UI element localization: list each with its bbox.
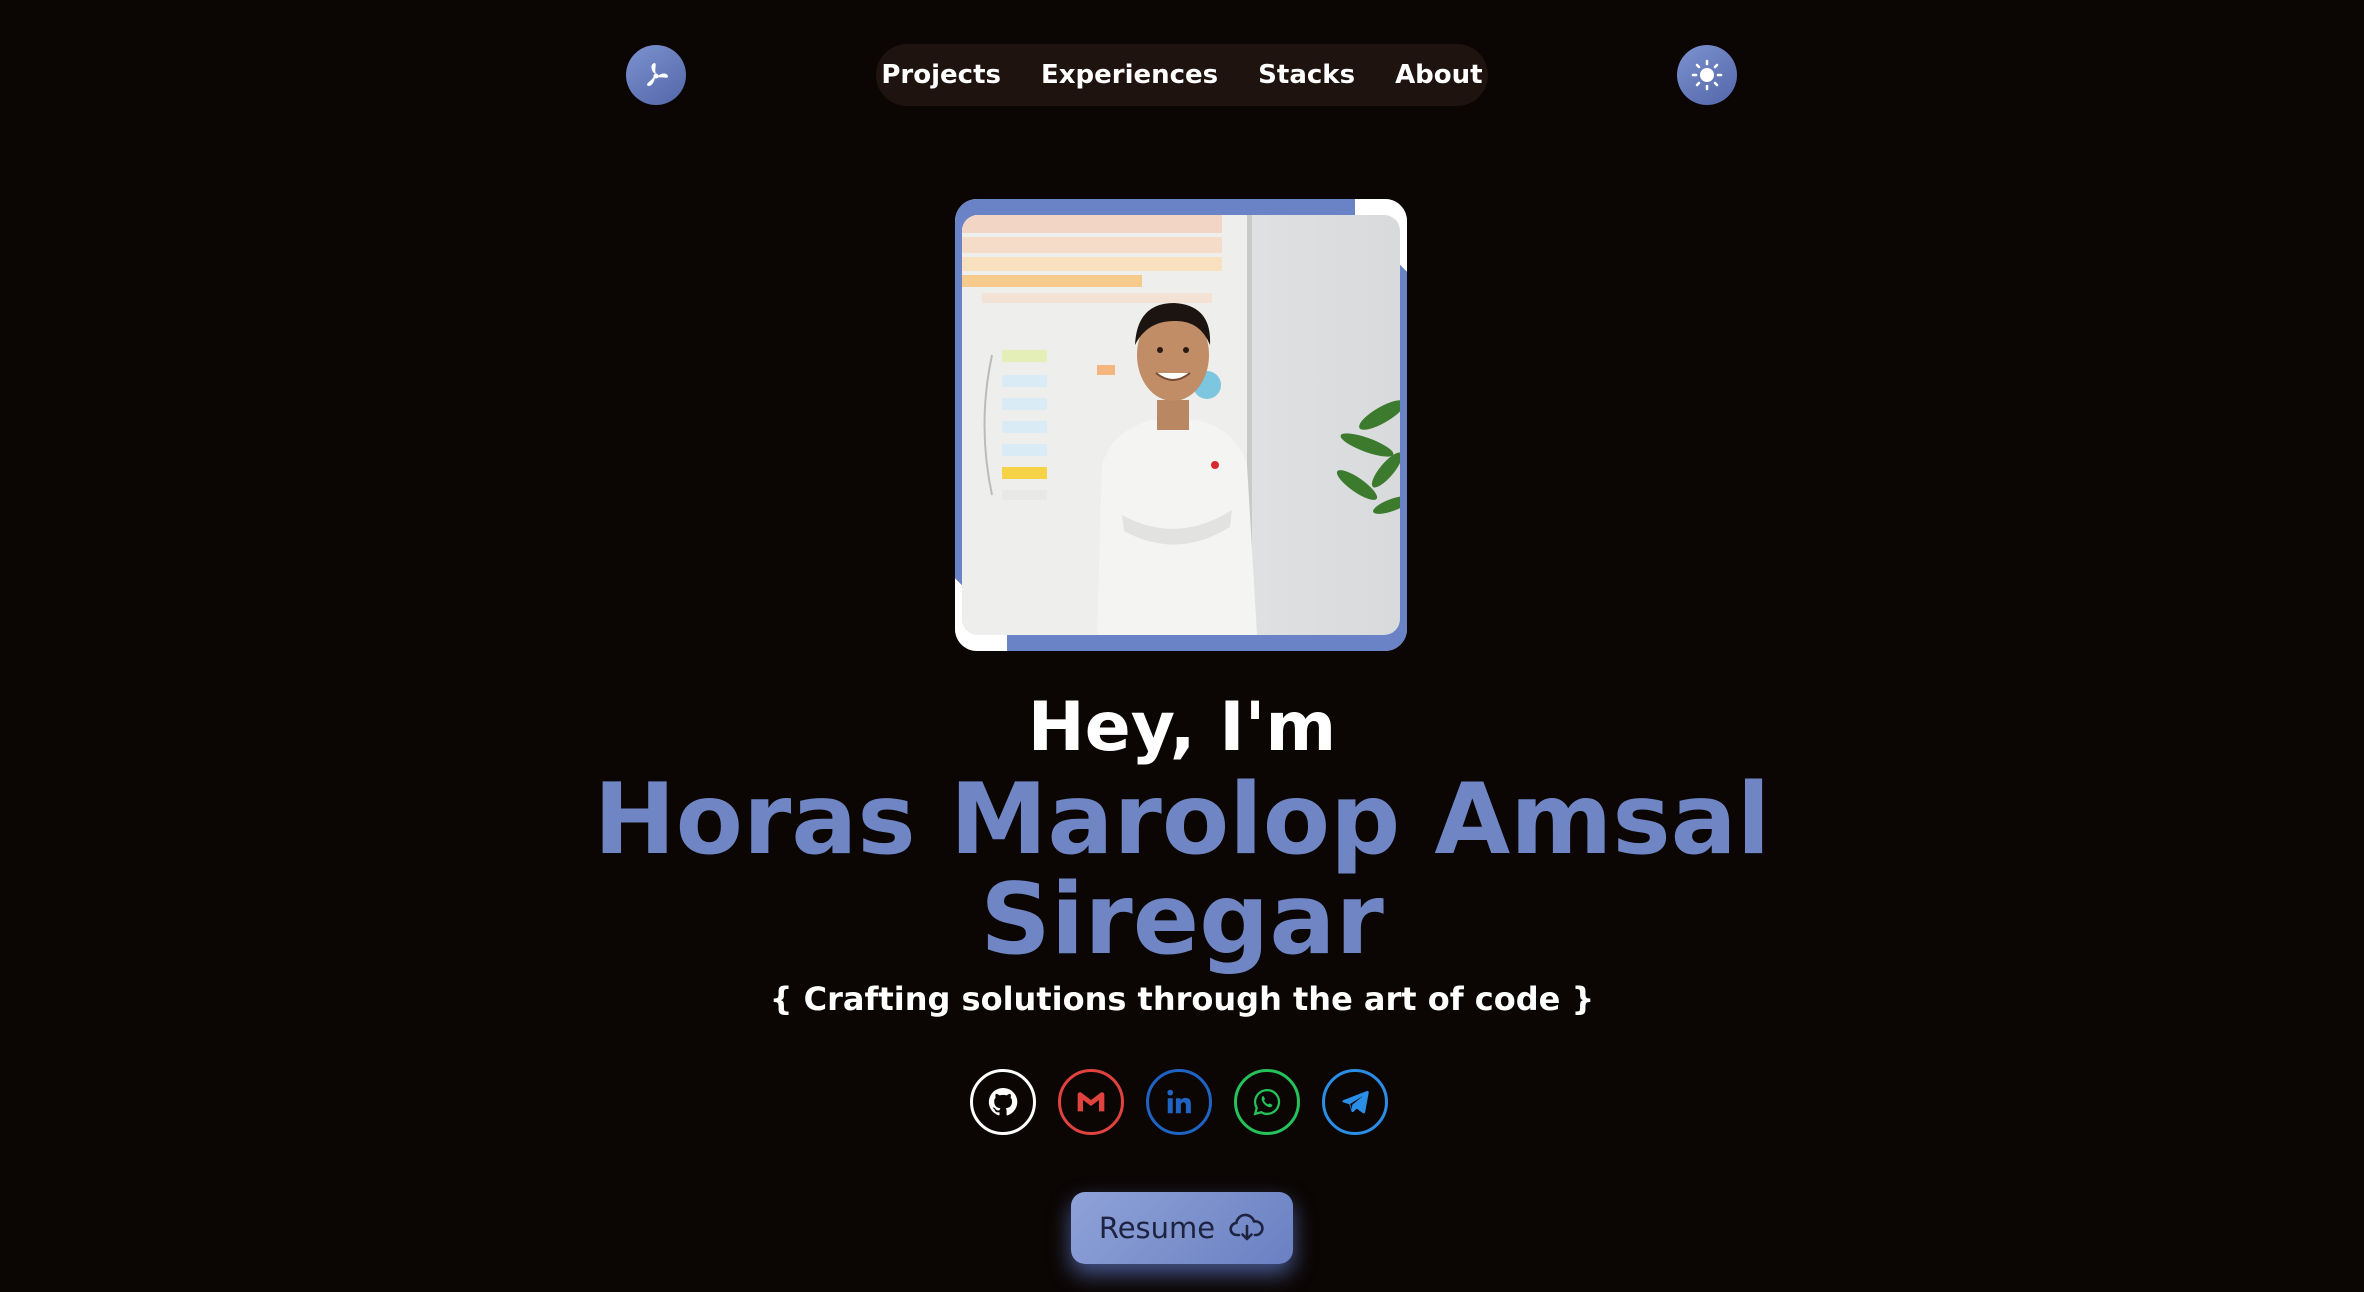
profile-photo <box>962 215 1400 635</box>
tagline: { Crafting solutions through the art of … <box>769 980 1595 1018</box>
whatsapp-icon <box>1253 1088 1281 1116</box>
nav-about[interactable]: About <box>1395 60 1483 90</box>
telegram-link[interactable] <box>1322 1069 1388 1135</box>
nav-projects[interactable]: Projects <box>881 60 1001 90</box>
nav-stacks[interactable]: Stacks <box>1258 60 1355 90</box>
logo-button[interactable] <box>626 45 686 105</box>
profile-photo-frame <box>955 199 1407 651</box>
name-line-1: Horas Marolop Amsal <box>593 763 1771 877</box>
whatsapp-link[interactable] <box>1234 1069 1300 1135</box>
social-links <box>970 1069 1388 1135</box>
linkedin-link[interactable] <box>1146 1069 1212 1135</box>
resume-button[interactable]: Resume <box>1071 1192 1293 1264</box>
sun-icon <box>1691 59 1723 91</box>
github-link[interactable] <box>970 1069 1036 1135</box>
telegram-icon <box>1342 1090 1369 1114</box>
main-nav: Projects Experiences Stacks About <box>876 44 1488 106</box>
greeting-heading: Hey, I'm <box>1027 688 1337 767</box>
resume-label: Resume <box>1098 1211 1216 1245</box>
asterisk-logo-icon <box>647 63 668 87</box>
theme-toggle-button[interactable] <box>1677 45 1737 105</box>
name-heading: Horas Marolop Amsal Siregar <box>0 770 2364 970</box>
nav-experiences[interactable]: Experiences <box>1041 60 1218 90</box>
linkedin-icon <box>1167 1089 1191 1114</box>
gmail-icon <box>1077 1092 1105 1112</box>
name-line-2: Siregar <box>980 863 1384 977</box>
github-icon <box>988 1087 1018 1116</box>
gmail-link[interactable] <box>1058 1069 1124 1135</box>
cloud-download-icon <box>1229 1213 1264 1241</box>
